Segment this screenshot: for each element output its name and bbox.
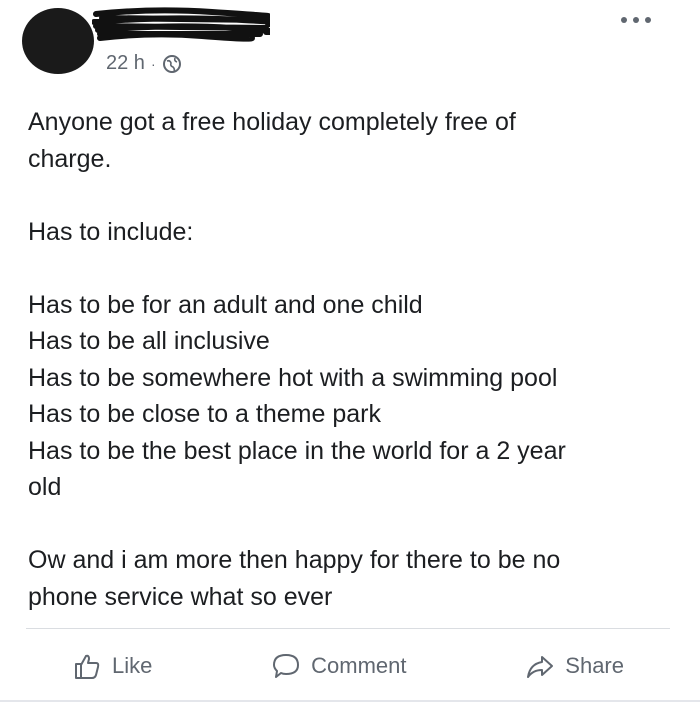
post-actions: Like Comment Share [26,642,670,690]
post-line: Has to be close to a theme park [28,400,381,428]
post-line: charge. [28,144,112,173]
scribble-redaction [91,7,293,42]
author-name-redacted[interactable] [91,6,293,44]
post-line: Anyone got a free holiday completely fre… [28,108,516,136]
post-line: Has to be somewhere hot with a swimming … [28,363,558,392]
post-meta: 22 h · [106,52,182,75]
timestamp[interactable]: 22 h [106,52,145,75]
comment-button[interactable]: Comment [225,651,452,681]
thumbs-up-icon [75,654,100,679]
globe-icon [162,54,182,74]
post-line: old [28,473,62,501]
post-body: Anyone got a free holiday completely fre… [28,104,668,615]
separator-dot: · [150,55,156,72]
facebook-post: 22 h · Anyone got a free holiday complet… [0,0,700,704]
post-line: Has to be for an adult and one child [28,290,423,319]
post-line: Ow and i am more then happy for there to… [28,546,561,574]
comment-label: Comment [311,653,407,678]
avatar-redacted[interactable] [22,8,94,74]
post-line: Has to be all inclusive [28,327,270,355]
post-bottom-border [0,700,700,702]
post-line: Has to be the best place in the world fo… [28,436,566,465]
like-label: Like [112,653,153,678]
actions-divider [26,628,670,629]
ellipsis-icon[interactable] [616,10,656,30]
speech-bubble-icon [273,654,300,678]
post-line: Has to include: [28,217,194,246]
share-arrow-icon [527,656,554,678]
share-button[interactable]: Share [479,651,670,681]
post-line: phone service what so ever [28,582,333,611]
like-button[interactable]: Like [26,651,198,681]
share-label: Share [565,653,624,678]
